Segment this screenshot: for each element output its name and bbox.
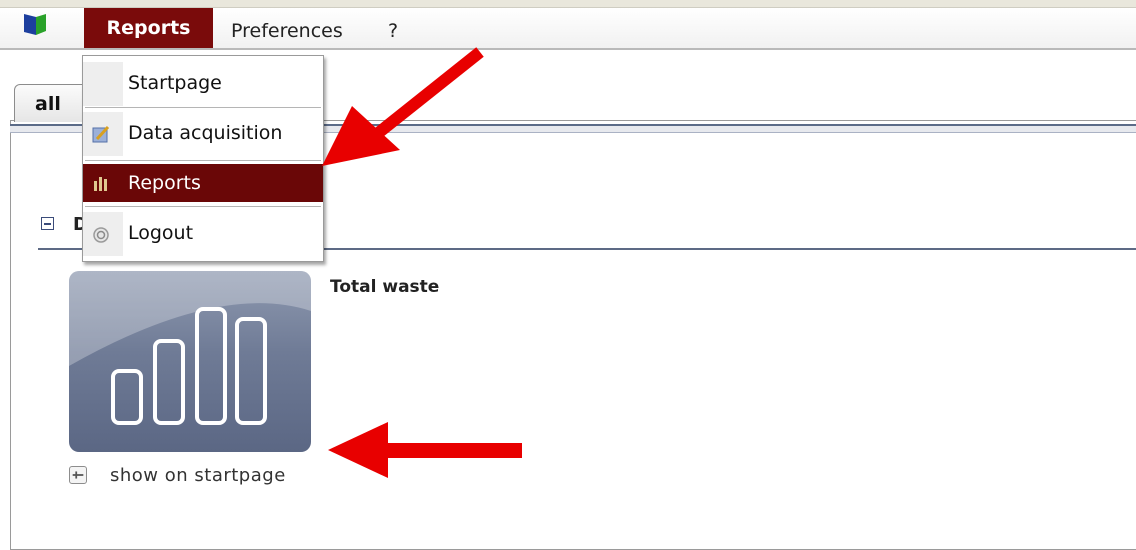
power-icon bbox=[93, 227, 109, 243]
dropdown-item-label: Data acquisition bbox=[128, 122, 283, 144]
show-on-startpage-link[interactable]: show on startpage bbox=[110, 465, 286, 486]
dropdown-item-data-acquisition[interactable]: Data acquisition bbox=[83, 112, 323, 156]
app-logo-icon[interactable] bbox=[20, 11, 50, 37]
dropdown-separator bbox=[85, 107, 321, 108]
edit-note-icon bbox=[92, 125, 110, 143]
tab-all-label: all bbox=[35, 92, 61, 115]
menu-help[interactable]: ? bbox=[388, 20, 398, 42]
menu-reports-label: Reports bbox=[106, 17, 191, 39]
collapse-icon[interactable] bbox=[41, 217, 54, 230]
bar-chart-icon bbox=[69, 271, 311, 425]
dropdown-item-label: Startpage bbox=[128, 72, 222, 94]
dropdown-item-startpage[interactable]: Startpage bbox=[83, 62, 323, 106]
dropdown-item-reports[interactable]: Reports bbox=[83, 164, 323, 202]
tab-all[interactable]: all bbox=[14, 84, 90, 122]
window-top-strip bbox=[0, 0, 1136, 8]
pin-icon[interactable] bbox=[69, 466, 87, 484]
dropdown-separator bbox=[85, 160, 321, 161]
dropdown-icon-column bbox=[83, 62, 123, 106]
report-title[interactable]: Total waste bbox=[330, 277, 439, 297]
dropdown-item-label: Logout bbox=[128, 222, 194, 244]
report-thumbnail[interactable] bbox=[69, 271, 311, 452]
dropdown-item-label: Reports bbox=[128, 172, 201, 194]
dropdown-item-logout[interactable]: Logout bbox=[83, 212, 323, 256]
menu-preferences[interactable]: Preferences bbox=[231, 20, 343, 42]
bar-chart-icon bbox=[94, 177, 107, 191]
reports-dropdown-menu: Startpage Data acquisition Reports Logou… bbox=[82, 55, 324, 262]
dropdown-separator bbox=[85, 206, 321, 207]
menu-reports[interactable]: Reports bbox=[84, 8, 213, 48]
